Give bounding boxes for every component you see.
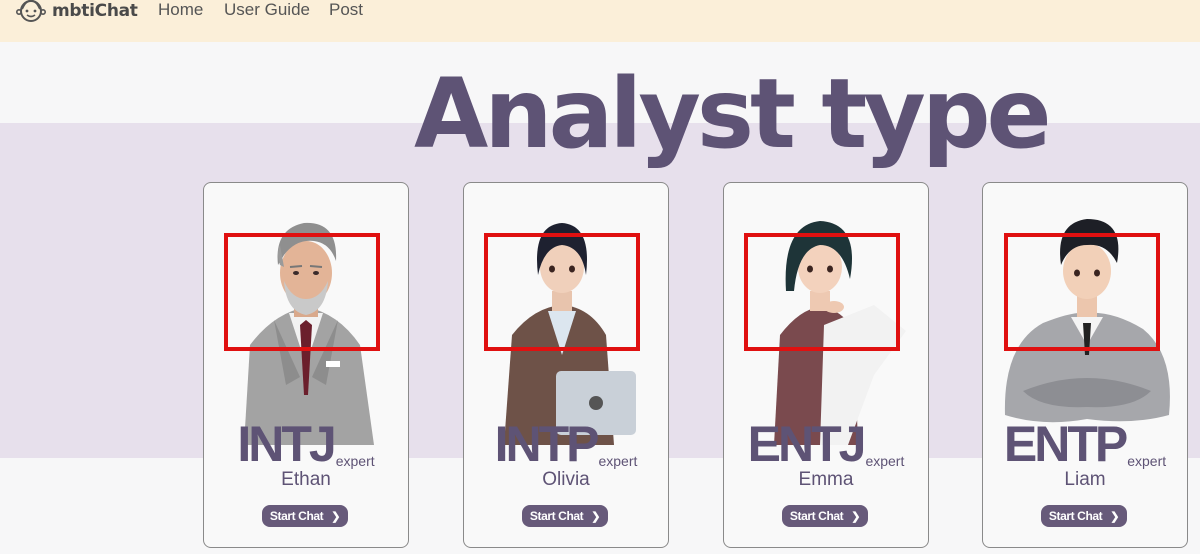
chevron-right-icon: ❯ (331, 510, 341, 523)
brand[interactable]: mbtiChat (14, 0, 138, 24)
character-name: Emma (798, 469, 854, 490)
nav-link-home[interactable]: Home (158, 0, 203, 20)
type-subtitle: expert (598, 453, 638, 469)
chevron-right-icon: ❯ (851, 510, 861, 523)
highlight-box (224, 233, 380, 351)
chevron-right-icon: ❯ (591, 510, 601, 523)
mbti-type-code: ENTJ (747, 416, 867, 472)
type-row: ENTJ expert (724, 419, 928, 469)
mbti-type-code: INTJ (237, 416, 336, 472)
smiling-face-logo-icon (15, 0, 46, 22)
highlight-box (744, 233, 900, 351)
start-chat-button[interactable]: Start Chat ❯ (1041, 505, 1127, 527)
page-title: Analyst type (414, 58, 1052, 170)
type-row: INTJ expert (204, 419, 408, 469)
chevron-right-icon: ❯ (1110, 510, 1120, 523)
type-row: INTP expert (464, 419, 668, 469)
character-name: Olivia (542, 469, 590, 490)
start-chat-button[interactable]: Start Chat ❯ (782, 505, 868, 527)
start-chat-label: Start Chat (789, 509, 844, 523)
brand-name: mbtiChat (52, 1, 138, 21)
character-name: Liam (1064, 469, 1106, 490)
nav-link-post[interactable]: Post (329, 0, 363, 20)
mbti-type-code: ENTP (1003, 416, 1128, 472)
start-chat-button[interactable]: Start Chat ❯ (522, 505, 608, 527)
nav-link-user-guide[interactable]: User Guide (224, 0, 310, 20)
type-row: ENTP expert (983, 419, 1187, 469)
start-chat-button[interactable]: Start Chat ❯ (262, 505, 348, 527)
type-subtitle: expert (1127, 453, 1167, 469)
mbti-type-code: INTP (494, 416, 600, 472)
type-subtitle: expert (865, 453, 905, 469)
start-chat-label: Start Chat (529, 509, 584, 523)
character-name: Ethan (281, 469, 331, 490)
type-subtitle: expert (335, 453, 375, 469)
start-chat-label: Start Chat (1048, 509, 1103, 523)
start-chat-label: Start Chat (269, 509, 324, 523)
top-navbar: mbtiChat Home User Guide Post (0, 0, 1200, 42)
highlight-box (1004, 233, 1160, 351)
highlight-box (484, 233, 640, 351)
